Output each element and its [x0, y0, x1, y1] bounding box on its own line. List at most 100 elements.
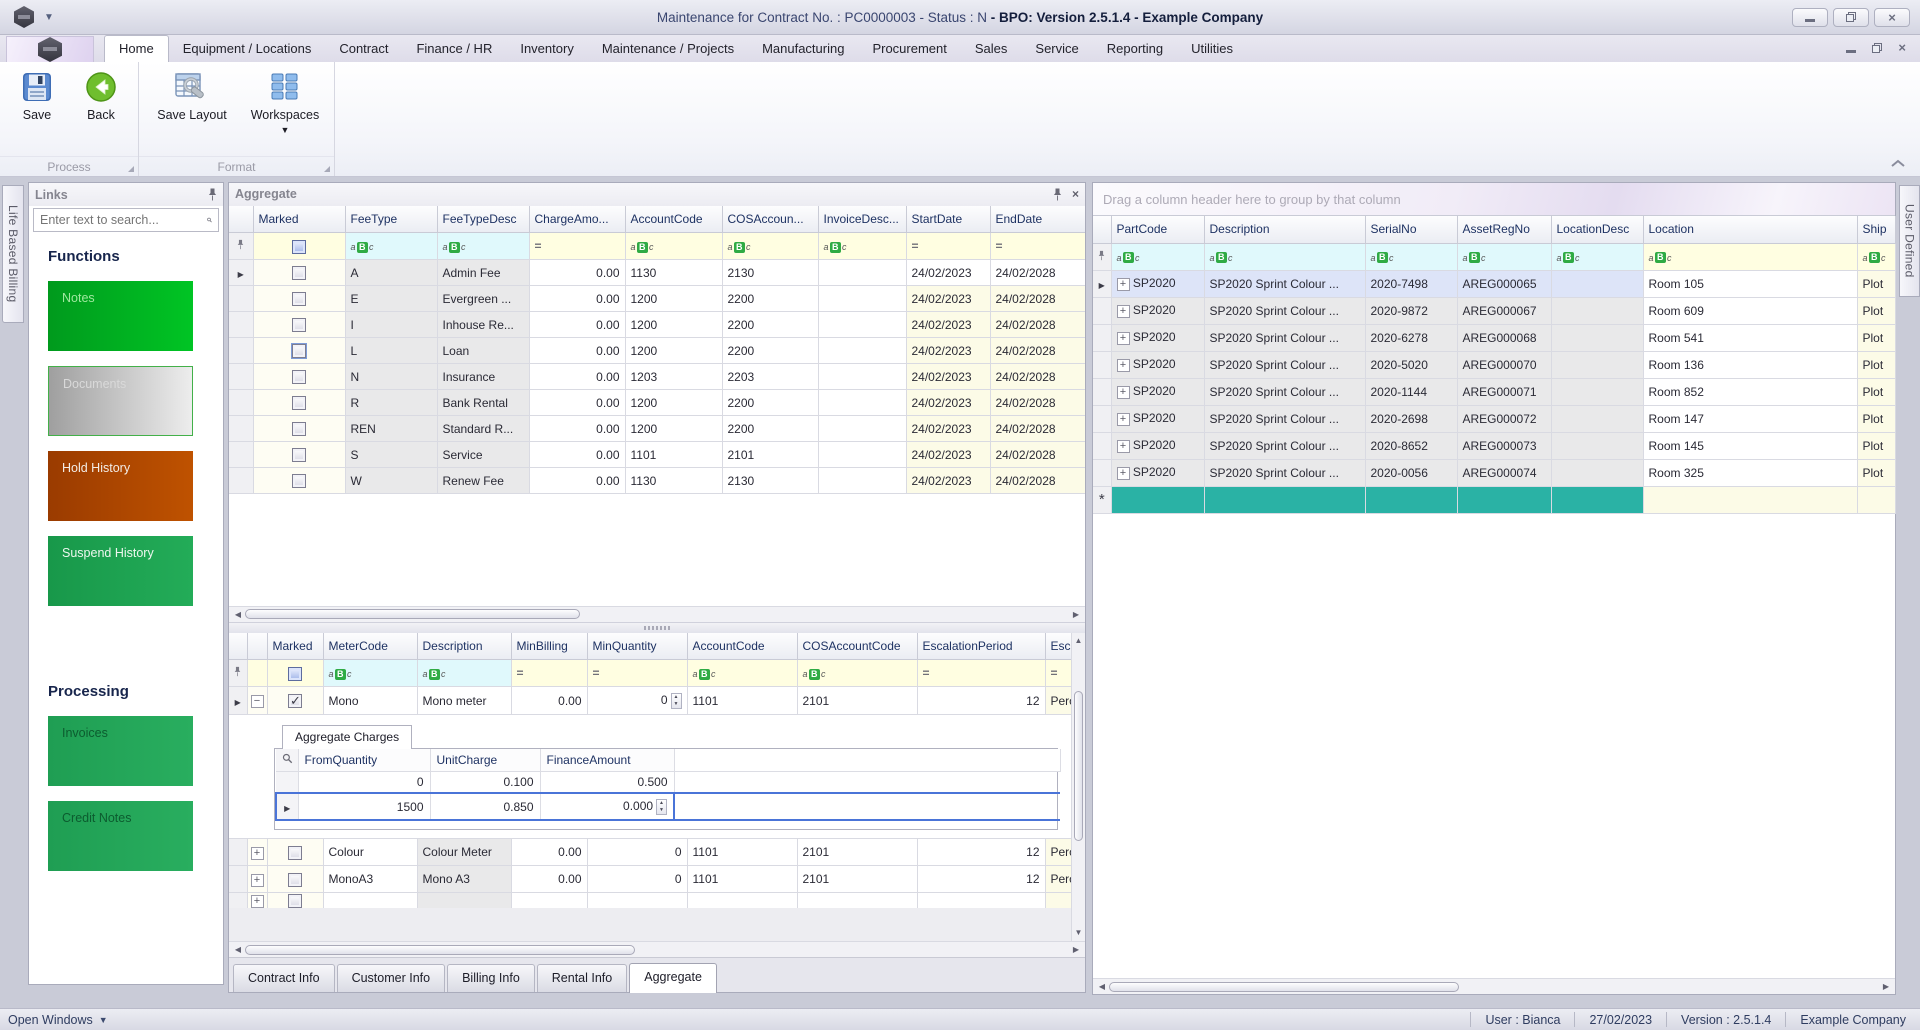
cell-locationdesc[interactable] [1551, 459, 1644, 487]
abc-filter-icon[interactable]: aBc [351, 241, 374, 253]
dialog-launcher-icon[interactable] [128, 166, 134, 172]
table-row[interactable]: ▶−MonoMono meter0.000▲▼1101210112Perc [229, 686, 1085, 716]
cell-invoicedesc[interactable] [818, 285, 907, 313]
expand-row-icon[interactable]: + [1116, 439, 1130, 453]
links-button-hold-history[interactable]: Hold History [48, 451, 193, 521]
cell-enddate[interactable]: 24/02/2028 [990, 363, 1085, 391]
cell-chargeamount[interactable]: 0.00 [529, 363, 626, 391]
cell-locationdesc[interactable] [1551, 270, 1644, 298]
cell-feetypedesc[interactable]: Renew Fee [437, 467, 530, 495]
ribbon-tab-procurement[interactable]: Procurement [858, 36, 960, 62]
cell-feetypedesc[interactable]: Evergreen ... [437, 285, 530, 313]
group-by-bar[interactable]: Drag a column header here to group by th… [1093, 183, 1895, 216]
cell-chargeamount[interactable]: 0.00 [529, 467, 626, 495]
cell-location[interactable]: Room 147 [1643, 405, 1858, 433]
abc-filter-icon[interactable]: aBc [423, 668, 446, 680]
equipment-grid-hscrollbar[interactable]: ◀ ▶ [1093, 978, 1895, 994]
ribbon-tab-maintenance-projects[interactable]: Maintenance / Projects [588, 36, 748, 62]
cell-locationdesc[interactable] [1551, 351, 1644, 379]
cell-location[interactable]: Room 325 [1643, 459, 1858, 487]
abc-filter-icon[interactable]: aBc [1371, 252, 1394, 263]
checkbox[interactable] [292, 370, 306, 385]
column-header[interactable]: Ship [1857, 216, 1896, 244]
cell-unitcharge[interactable]: 0.100 [430, 771, 541, 794]
abc-filter-icon[interactable]: aBc [1557, 252, 1580, 263]
cell-description[interactable]: SP2020 Sprint Colour ... [1204, 324, 1366, 352]
cell-feetypedesc[interactable]: Insurance [437, 363, 530, 391]
table-row[interactable]: + SP2020 SP2020 Sprint Colour ... 2020-987… [1093, 297, 1896, 325]
cell-feetype[interactable]: REN [345, 415, 438, 443]
detail-tab-aggregate-charges[interactable]: Aggregate Charges [282, 725, 413, 750]
collapse-row-icon[interactable]: − [250, 695, 264, 709]
cell-assetregno[interactable]: AREG000067 [1457, 297, 1552, 325]
column-header[interactable]: PartCode [1111, 216, 1205, 244]
cell-ship[interactable]: Plot [1857, 432, 1896, 460]
filter-cell[interactable]: aBc [1643, 243, 1858, 271]
abc-filter-icon[interactable]: aBc [443, 241, 466, 253]
abc-filter-icon[interactable]: aBc [803, 668, 826, 680]
cell-accountcode[interactable]: 1200 [625, 415, 723, 443]
cell-serialno[interactable]: 2020-0056 [1365, 459, 1458, 487]
cell-cosaccountcode[interactable]: 2130 [722, 259, 819, 287]
column-header[interactable]: EndDate [990, 205, 1085, 234]
cell-description[interactable]: Mono A3 [417, 865, 512, 894]
table-row[interactable]: + SP2020 SP2020 Sprint Colour ... 2020-627… [1093, 324, 1896, 352]
cell-escalationperiod[interactable]: 12 [917, 686, 1046, 716]
cell-locationdesc[interactable] [1551, 405, 1644, 433]
cell-accountcode[interactable]: 1130 [625, 467, 723, 495]
search-input[interactable] [34, 213, 207, 227]
filter-cell[interactable]: aBc [1365, 243, 1458, 271]
ribbon-tab-contract[interactable]: Contract [325, 36, 402, 62]
cell-escalationperiod[interactable]: 12 [917, 838, 1046, 867]
expand-row-icon[interactable]: + [1116, 358, 1130, 372]
cell-ship[interactable]: Plot [1857, 324, 1896, 352]
expand-row-icon[interactable]: + [1116, 277, 1130, 291]
cell-startdate[interactable]: 24/02/2023 [906, 389, 991, 417]
filter-cell[interactable]: aBc [1551, 243, 1644, 271]
cell-assetregno[interactable]: AREG000071 [1457, 378, 1552, 406]
cell-feetype[interactable]: E [345, 285, 438, 313]
filter-cell[interactable]: aBc [625, 232, 723, 261]
scrollbar-thumb[interactable] [245, 944, 635, 955]
filter-cell[interactable]: = [529, 232, 626, 261]
cell-locationdesc[interactable] [1551, 324, 1644, 352]
cell-accountcode[interactable]: 1101 [687, 865, 798, 894]
cell-invoicedesc[interactable] [818, 363, 907, 391]
mdi-restore-icon[interactable] [1872, 42, 1883, 53]
cell-metercode[interactable]: MonoA3 [323, 865, 418, 894]
column-header[interactable]: MinBilling [511, 632, 588, 661]
cell-assetregno[interactable]: AREG000074 [1457, 459, 1552, 487]
cell-startdate[interactable]: 24/02/2023 [906, 363, 991, 391]
cell-cosaccountcode[interactable]: 2101 [722, 441, 819, 469]
cell-partcode[interactable]: + SP2020 [1111, 378, 1205, 406]
tab-contract-info[interactable]: Contract Info [233, 964, 335, 992]
dialog-launcher-icon[interactable] [324, 166, 330, 172]
cell-invoicedesc[interactable] [818, 467, 907, 495]
cell-feetypedesc[interactable]: Service [437, 441, 530, 469]
cell-ship[interactable]: Plot [1857, 270, 1896, 298]
ribbon-tab-inventory[interactable]: Inventory [506, 36, 587, 62]
table-row[interactable]: L Loan 0.00 1200 2200 24/02/2023 24/02/2028 [229, 337, 1085, 365]
equals-filter-icon[interactable]: = [517, 666, 524, 680]
column-header[interactable]: Marked [267, 632, 324, 661]
cell-description[interactable]: SP2020 Sprint Colour ... [1204, 459, 1366, 487]
scroll-down-icon[interactable]: ▼ [1075, 927, 1083, 939]
cell-locationdesc[interactable] [1551, 378, 1644, 406]
cell-ship[interactable]: Plot [1857, 297, 1896, 325]
cell-assetregno[interactable]: AREG000068 [1457, 324, 1552, 352]
cell-description[interactable]: Mono meter [417, 686, 512, 716]
filter-cell[interactable]: = [587, 659, 688, 688]
cell-description[interactable]: Colour Meter [417, 838, 512, 867]
abc-filter-icon[interactable]: aBc [1210, 252, 1233, 263]
links-button-credit-notes[interactable]: Credit Notes [48, 801, 193, 871]
cell-invoicedesc[interactable] [818, 337, 907, 365]
cell-description[interactable]: SP2020 Sprint Colour ... [1204, 378, 1366, 406]
table-row[interactable]: REN Standard R... 0.00 1200 2200 24/02/2023 24… [229, 415, 1085, 443]
workspaces-button[interactable]: Workspaces ▼ [245, 67, 325, 135]
cell-enddate[interactable]: 24/02/2028 [990, 337, 1085, 365]
tab-rental-info[interactable]: Rental Info [536, 964, 628, 992]
cell-feetype[interactable]: N [345, 363, 438, 391]
filter-cell[interactable]: aBc [1111, 243, 1205, 271]
cell-feetypedesc[interactable]: Admin Fee [437, 259, 530, 287]
column-header[interactable]: Location [1643, 216, 1858, 244]
